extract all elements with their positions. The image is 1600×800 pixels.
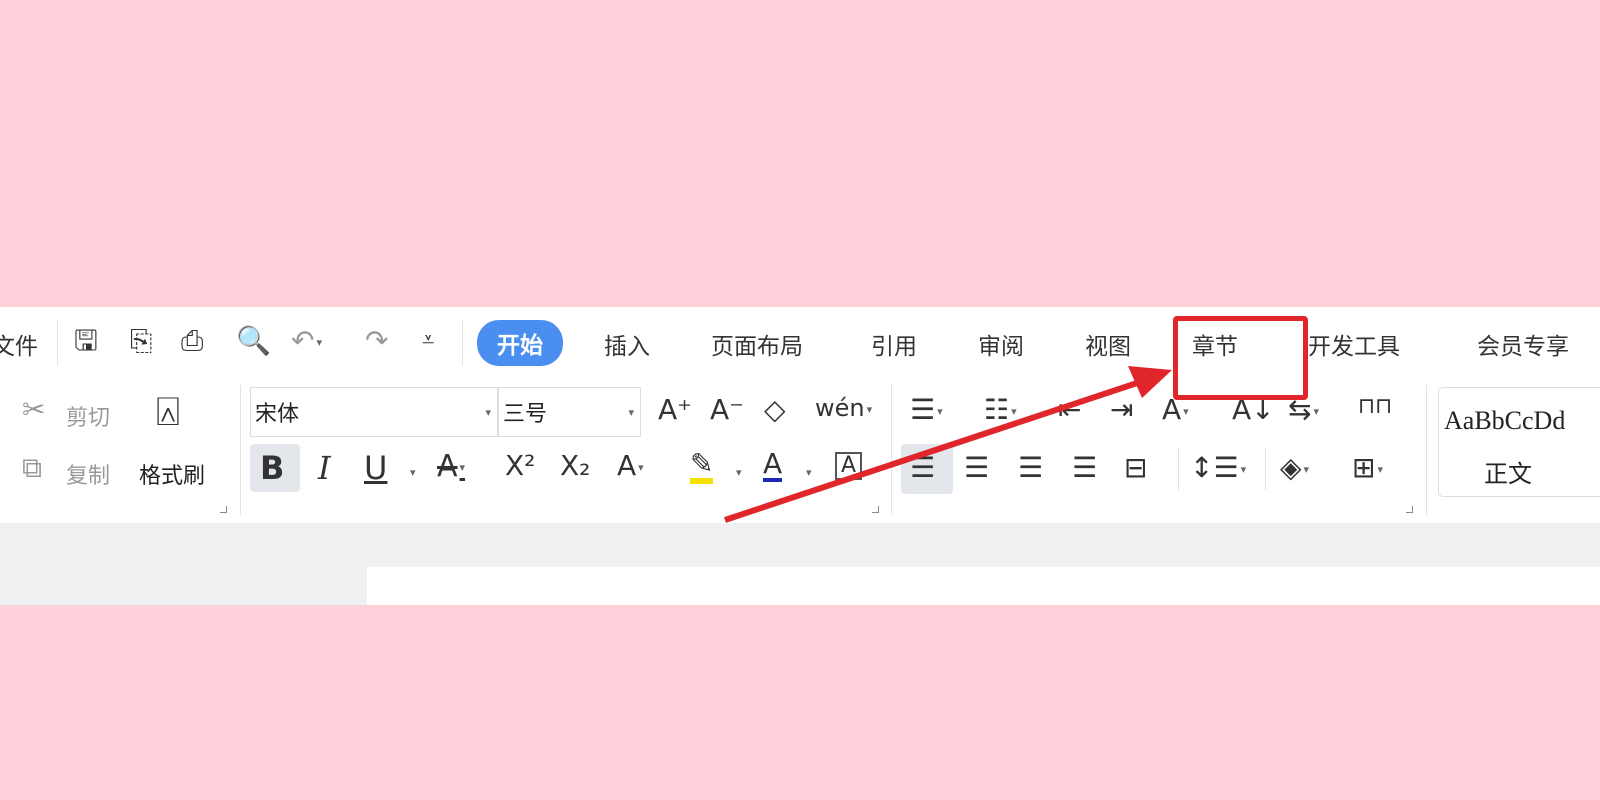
annotation-arrow <box>724 366 1172 523</box>
